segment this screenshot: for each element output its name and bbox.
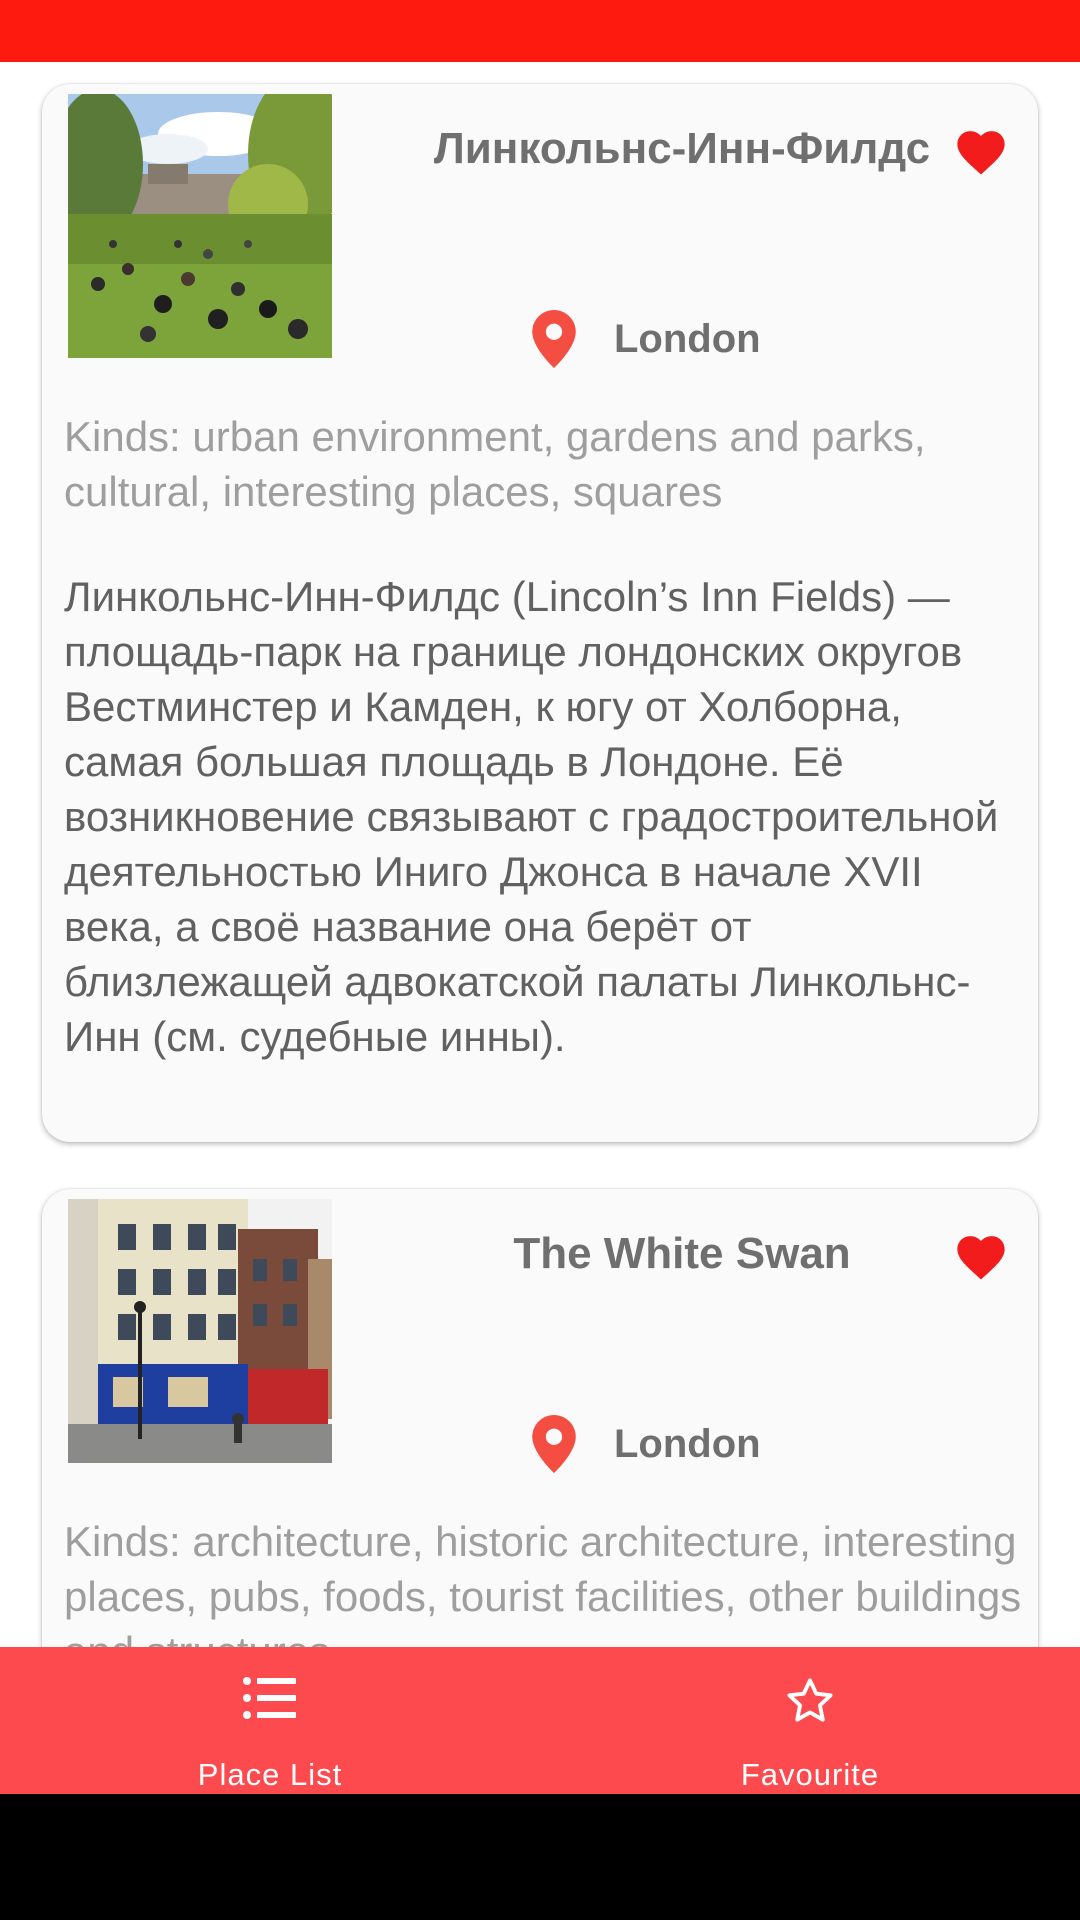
place-photo xyxy=(68,94,332,358)
heart-filled-icon[interactable] xyxy=(952,1229,1010,1281)
location-pin-icon xyxy=(532,310,576,368)
place-card[interactable]: Линкольнс-Инн-Филдс London Kinds: urban … xyxy=(42,84,1038,1142)
nav-label-place-list: Place List xyxy=(197,1757,343,1792)
place-description: Линкольнс-Инн-Филдс (Lincoln’s Inn Field… xyxy=(64,573,999,1060)
bottom-navigation: Place List Favourite xyxy=(0,1647,1080,1794)
place-card[interactable]: The White Swan London Kinds: architectur… xyxy=(42,1189,1038,1647)
location-label: London xyxy=(614,1421,761,1466)
star-outline-icon xyxy=(787,1678,833,1722)
place-list[interactable]: Линкольнс-Инн-Филдс London Kinds: urban … xyxy=(0,62,1080,1647)
place-location: London xyxy=(532,309,761,369)
place-location: London xyxy=(532,1414,761,1474)
status-bar xyxy=(0,0,1080,62)
nav-item-place-list[interactable]: Place List xyxy=(0,1647,540,1794)
location-pin-icon xyxy=(532,1415,576,1473)
place-kinds: Kinds: architecture, historic architectu… xyxy=(64,1518,1022,1647)
heart-filled-icon[interactable] xyxy=(952,124,1010,176)
nav-label-favourite: Favourite xyxy=(740,1757,880,1792)
place-title: Линкольнс-Инн-Филдс xyxy=(433,124,931,173)
system-navigation-bar xyxy=(0,1794,1080,1920)
place-kinds: Kinds: urban environment, gardens and pa… xyxy=(64,413,926,515)
place-title: The White Swan xyxy=(513,1229,851,1278)
nav-item-favourite[interactable]: Favourite xyxy=(540,1647,1080,1794)
list-icon xyxy=(243,1677,296,1719)
location-label: London xyxy=(614,316,761,361)
place-photo xyxy=(68,1199,332,1463)
